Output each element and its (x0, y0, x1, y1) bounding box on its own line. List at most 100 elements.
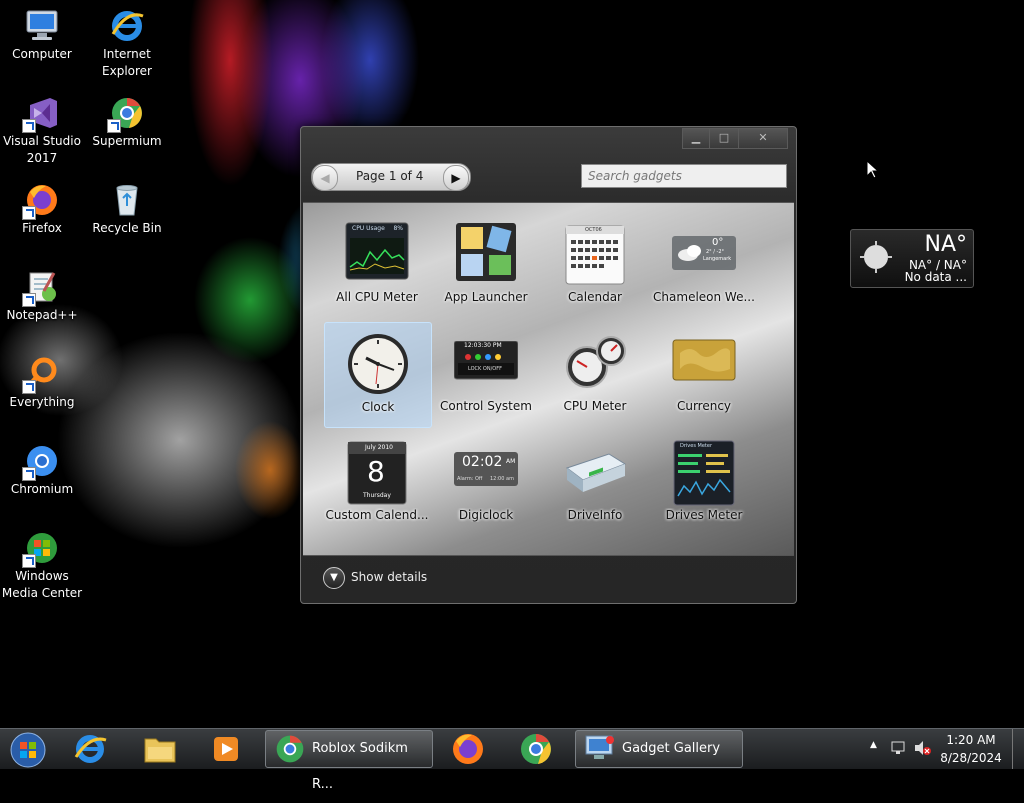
app-launcher-icon (454, 222, 518, 284)
chevron-left-icon: ◀ (320, 171, 330, 185)
network-icon[interactable] (890, 740, 906, 756)
taskbar-task-gadget-gallery[interactable]: Gadget Gallery (575, 730, 743, 768)
show-details-toggle[interactable]: ▼ Show details (323, 565, 427, 589)
gadget-name: Clock (361, 400, 395, 414)
taskbar-internet-explorer[interactable] (62, 731, 118, 767)
clock-time[interactable]: 1:20 AM (936, 732, 1006, 749)
all-cpu-meter-icon: CPU Usage 8% (345, 222, 409, 284)
currency-icon (672, 331, 736, 393)
gadget-currency[interactable]: Currency (651, 322, 757, 426)
desktop-icon-computer[interactable]: Computer (0, 8, 84, 63)
start-button[interactable] (0, 731, 56, 768)
gadget-control-system[interactable]: 12:03:30 PM LOCK ON/OFF Control System (433, 322, 539, 426)
page-indicator: Page 1 of 4 (356, 169, 424, 183)
internet-explorer-icon (74, 735, 107, 763)
taskbar-firefox[interactable] (440, 731, 496, 767)
calendar-month-label: OCT06 (585, 227, 602, 233)
firefox-icon (22, 182, 60, 220)
sun-icon (860, 241, 892, 273)
close-button[interactable]: ✕ (738, 128, 788, 149)
firefox-icon (453, 734, 483, 764)
windows-start-icon (10, 732, 46, 768)
desktop-icon-supermium[interactable]: Supermium (85, 95, 169, 150)
desktop-icon-visual-studio[interactable]: Visual Studio 2017 (0, 95, 84, 167)
custom-calendar-day: 8 (367, 455, 385, 488)
drives-meter-title: Drives Meter (680, 443, 713, 449)
calendar-icon: OCT06 (563, 222, 627, 285)
control-system-lock-label: LOCK ON/OFF (468, 366, 502, 372)
digiclock-alarm: Alarm: Off (457, 476, 483, 482)
custom-calendar-month: July 2010 (365, 444, 393, 451)
previous-page-button[interactable]: ◀ (312, 165, 338, 191)
weather-status: No data ... (904, 270, 967, 284)
desktop-icon-notepad-plus-plus[interactable]: Notepad++ (0, 269, 84, 324)
supermium-icon (521, 734, 551, 764)
maximize-button[interactable]: □ (709, 128, 739, 149)
visual-studio-icon (22, 95, 60, 133)
desktop-icon-everything[interactable]: Everything (0, 356, 84, 411)
gadget-name: Calendar (568, 290, 622, 304)
gadget-name: Currency (676, 399, 732, 413)
gadget-name: CPU Meter (563, 399, 627, 413)
taskbar-supermium[interactable] (508, 731, 564, 767)
gadget-name: Digiclock (458, 508, 514, 522)
control-system-icon: 12:03:30 PM LOCK ON/OFF (453, 331, 519, 393)
supermium-icon (107, 95, 145, 133)
chevron-down-icon: ▼ (323, 566, 345, 589)
digiclock-time: 02:02 (462, 454, 503, 470)
desktop-icon-firefox[interactable]: Firefox (0, 182, 84, 237)
gadget-chameleon-weather[interactable]: 0° 2° / -2° Langemark Chameleon We... (651, 213, 757, 317)
show-desktop-button[interactable] (1012, 729, 1023, 769)
volume-muted-icon[interactable] (914, 740, 932, 756)
taskbar-file-explorer[interactable] (132, 731, 188, 767)
chevron-right-icon: ▶ (451, 171, 461, 185)
desktop-icon-label: Firefox (22, 221, 62, 235)
desktop-icon-windows-media-center[interactable]: Windows Media Center (0, 530, 84, 602)
show-hidden-icons-button[interactable]: ▲ (870, 740, 877, 750)
desktop-icon-label: Visual Studio 2017 (3, 134, 81, 165)
gadget-digiclock[interactable]: 02:02 AM Alarm: Off 12:00 am Digiclock (433, 431, 539, 535)
desktop-icon-chromium[interactable]: Chromium (0, 443, 84, 498)
gadget-calendar[interactable]: OCT06 Calendar (542, 213, 648, 317)
clock-date[interactable]: 8/28/2024 (936, 750, 1006, 767)
notepad-plus-plus-icon (22, 269, 60, 307)
desktop-icon-label: Internet Explorer (102, 47, 152, 78)
minimize-button[interactable]: ▁ (682, 128, 710, 149)
gadget-name: All CPU Meter (336, 290, 418, 304)
next-page-button[interactable]: ▶ (443, 165, 469, 191)
taskbar-media-player[interactable] (198, 731, 254, 767)
gadget-app-launcher[interactable]: App Launcher (433, 213, 539, 317)
digiclock-alarm-time: 12:00 am (490, 476, 514, 482)
gadget-name: DriveInfo (567, 508, 623, 522)
desktop-icon-label: Recycle Bin (92, 221, 162, 235)
taskbar: Roblox Sodikm R... Gadget Gallery ▲ 1:20… (0, 728, 1024, 792)
gadget-clock[interactable]: Clock (324, 322, 432, 428)
media-player-icon (214, 737, 238, 761)
desktop-icon-label: Chromium (10, 482, 74, 496)
driveinfo-icon (563, 440, 627, 502)
cpu-percent-label: 8% (393, 225, 403, 232)
weather-thumb-place: Langemark (703, 256, 732, 262)
chameleon-weather-icon: 0° 2° / -2° Langemark (672, 222, 736, 284)
gadget-gallery-icon (585, 735, 614, 759)
gadget-all-cpu-meter[interactable]: CPU Usage 8% All CPU Meter (324, 213, 430, 317)
search-gadgets-input[interactable]: Search gadgets (581, 164, 787, 188)
digiclock-ampm: AM (506, 458, 516, 465)
clock-icon (346, 332, 410, 394)
desktop-icon-internet-explorer[interactable]: Internet Explorer (85, 8, 169, 80)
desktop-icon-label: Notepad++ (6, 308, 78, 322)
task-label: Gadget Gallery (622, 741, 721, 756)
gadget-custom-calendar[interactable]: July 2010 8 Thursday Custom Calend... (324, 431, 430, 535)
computer-icon (24, 8, 60, 44)
gadget-driveinfo[interactable]: DriveInfo (542, 431, 648, 535)
desktop-icon-recycle-bin[interactable]: Recycle Bin (85, 182, 169, 237)
drives-meter-icon: Drives Meter (672, 440, 736, 506)
gadget-name: Control System (440, 399, 532, 413)
taskbar-task-roblox[interactable]: Roblox Sodikm R... (265, 730, 433, 792)
gadget-cpu-meter[interactable]: CPU Meter (542, 322, 648, 426)
gadget-drives-meter[interactable]: Drives Meter Drives Meter (651, 431, 757, 535)
gadget-grid: CPU Usage 8% All CPU Meter App Launcher … (303, 202, 794, 556)
desktop-icon-label: Everything (9, 395, 75, 409)
show-details-label: Show details (351, 570, 428, 584)
weather-gadget[interactable]: NA° NA° / NA° No data ... (850, 229, 974, 288)
